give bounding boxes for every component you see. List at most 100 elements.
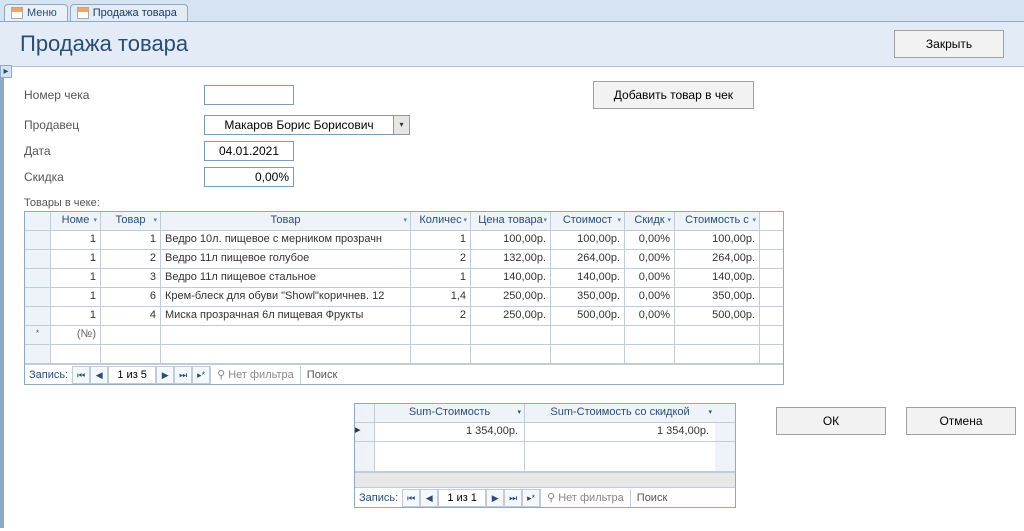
nav-first-icon[interactable]: ⏮: [72, 366, 90, 384]
table-row[interactable]: 14Миска прозрачная 6л пищевая Фрукты2250…: [25, 307, 783, 326]
nav-first-icon[interactable]: ⏮: [402, 489, 420, 507]
cell-tovar[interactable]: Ведро 10л. пищевое с мерником прозрачн: [161, 231, 411, 249]
cell-cost-discounted[interactable]: 350,00р.: [675, 288, 760, 306]
cell-tovar-id[interactable]: 6: [101, 288, 161, 306]
cancel-button[interactable]: Отмена: [906, 407, 1016, 435]
nav-next-icon[interactable]: ▶: [156, 366, 174, 384]
nav-search-label[interactable]: Поиск: [301, 369, 343, 381]
new-row-nomer[interactable]: (№): [51, 326, 101, 344]
cell-price[interactable]: 100,00р.: [471, 231, 551, 249]
col-cost-discounted[interactable]: Стоимость с: [675, 212, 760, 230]
nav-new-icon[interactable]: ▸*: [192, 366, 210, 384]
cell-discount[interactable]: 0,00%: [625, 231, 675, 249]
cell-cost[interactable]: 350,00р.: [551, 288, 625, 306]
detail-area: Номер чека Добавить товар в чек Продавец…: [0, 67, 1024, 528]
h-scrollbar[interactable]: [355, 472, 735, 487]
row-selector[interactable]: [25, 269, 51, 287]
cell-tovar-id[interactable]: 1: [101, 231, 161, 249]
summary-row[interactable]: ▸ 1 354,00р. 1 354,00р.: [355, 423, 735, 442]
add-item-button[interactable]: Добавить товар в чек: [593, 81, 754, 109]
cell-cost[interactable]: 140,00р.: [551, 269, 625, 287]
nav-prev-icon[interactable]: ◀: [90, 366, 108, 384]
row-selector[interactable]: ▸: [355, 423, 375, 441]
col-tovar[interactable]: Товар: [161, 212, 411, 230]
nav-search-label[interactable]: Поиск: [631, 492, 673, 504]
cell-cost[interactable]: 500,00р.: [551, 307, 625, 325]
seller-combo[interactable]: [204, 115, 394, 135]
cell-price[interactable]: 140,00р.: [471, 269, 551, 287]
row-selector[interactable]: [25, 307, 51, 325]
cell-cost-discounted[interactable]: 140,00р.: [675, 269, 760, 287]
col-sum-cost-discounted[interactable]: Sum-Стоимость со скидкой: [525, 404, 715, 422]
new-record-row[interactable]: * (№): [25, 326, 783, 345]
chevron-down-icon[interactable]: ▾: [394, 115, 410, 135]
table-row[interactable]: 12Ведро 11л пищевое голубое2132,00р.264,…: [25, 250, 783, 269]
nav-position-input[interactable]: [108, 366, 156, 384]
cell-tovar-id[interactable]: 3: [101, 269, 161, 287]
tab-menu[interactable]: Меню: [4, 4, 68, 21]
cell-tovar[interactable]: Крем-блеск для обуви "Showl"коричнев. 12: [161, 288, 411, 306]
nav-new-icon[interactable]: ▸*: [522, 489, 540, 507]
filter-icon: ⚲: [547, 491, 555, 504]
discount-input[interactable]: [204, 167, 294, 187]
col-tovar-id[interactable]: Товар: [101, 212, 161, 230]
cell-nomer[interactable]: 1: [51, 288, 101, 306]
cell-tovar-id[interactable]: 2: [101, 250, 161, 268]
cell-nomer[interactable]: 1: [51, 307, 101, 325]
cell-price[interactable]: 250,00р.: [471, 288, 551, 306]
cell-discount[interactable]: 0,00%: [625, 250, 675, 268]
cell-cost[interactable]: 100,00р.: [551, 231, 625, 249]
cell-discount[interactable]: 0,00%: [625, 307, 675, 325]
cell-quantity[interactable]: 2: [411, 250, 471, 268]
tab-label: Меню: [27, 7, 57, 19]
nav-position-input[interactable]: [438, 489, 486, 507]
cell-quantity[interactable]: 1: [411, 269, 471, 287]
nav-last-icon[interactable]: ⏭: [174, 366, 192, 384]
cell-tovar[interactable]: Миска прозрачная 6л пищевая Фрукты: [161, 307, 411, 325]
check-no-input[interactable]: [204, 85, 294, 105]
nav-label: Запись:: [25, 369, 72, 381]
ok-button[interactable]: ОК: [776, 407, 886, 435]
date-label: Дата: [24, 144, 204, 158]
row-selector[interactable]: [25, 250, 51, 268]
col-quantity[interactable]: Количес: [411, 212, 471, 230]
items-record-nav: Запись: ⏮ ◀ ▶ ⏭ ▸* ⚲Нет фильтра Поиск: [25, 364, 783, 384]
cell-discount[interactable]: 0,00%: [625, 269, 675, 287]
col-cost[interactable]: Стоимост: [551, 212, 625, 230]
cell-cost[interactable]: 264,00р.: [551, 250, 625, 268]
cell-quantity[interactable]: 2: [411, 307, 471, 325]
cell-cost-discounted[interactable]: 500,00р.: [675, 307, 760, 325]
cell-quantity[interactable]: 1: [411, 231, 471, 249]
row-selector-head[interactable]: [25, 212, 51, 230]
table-row[interactable]: 16Крем-блеск для обуви "Showl"коричнев. …: [25, 288, 783, 307]
tab-sale[interactable]: Продажа товара: [70, 4, 188, 21]
close-button[interactable]: Закрыть: [894, 30, 1004, 58]
date-input[interactable]: [204, 141, 294, 161]
cell-price[interactable]: 250,00р.: [471, 307, 551, 325]
sum-cost-disc-value: 1 354,00р.: [525, 423, 715, 441]
cell-price[interactable]: 132,00р.: [471, 250, 551, 268]
table-row[interactable]: 11Ведро 10л. пищевое с мерником прозрачн…: [25, 231, 783, 250]
col-price[interactable]: Цена товара: [471, 212, 551, 230]
form-icon: [77, 7, 89, 19]
cell-nomer[interactable]: 1: [51, 269, 101, 287]
cell-cost-discounted[interactable]: 100,00р.: [675, 231, 760, 249]
row-selector[interactable]: [25, 231, 51, 249]
nav-next-icon[interactable]: ▶: [486, 489, 504, 507]
cell-cost-discounted[interactable]: 264,00р.: [675, 250, 760, 268]
cell-tovar-id[interactable]: 4: [101, 307, 161, 325]
row-selector[interactable]: [25, 288, 51, 306]
cell-tovar[interactable]: Ведро 11л пищевое стальное: [161, 269, 411, 287]
nav-last-icon[interactable]: ⏭: [504, 489, 522, 507]
table-row[interactable]: 13Ведро 11л пищевое стальное1140,00р.140…: [25, 269, 783, 288]
cell-nomer[interactable]: 1: [51, 231, 101, 249]
col-discount[interactable]: Скидк: [625, 212, 675, 230]
row-selector-head[interactable]: [355, 404, 375, 422]
cell-tovar[interactable]: Ведро 11л пищевое голубое: [161, 250, 411, 268]
col-nomer[interactable]: Номе: [51, 212, 101, 230]
cell-discount[interactable]: 0,00%: [625, 288, 675, 306]
nav-prev-icon[interactable]: ◀: [420, 489, 438, 507]
col-sum-cost[interactable]: Sum-Стоимость: [375, 404, 525, 422]
cell-quantity[interactable]: 1,4: [411, 288, 471, 306]
cell-nomer[interactable]: 1: [51, 250, 101, 268]
